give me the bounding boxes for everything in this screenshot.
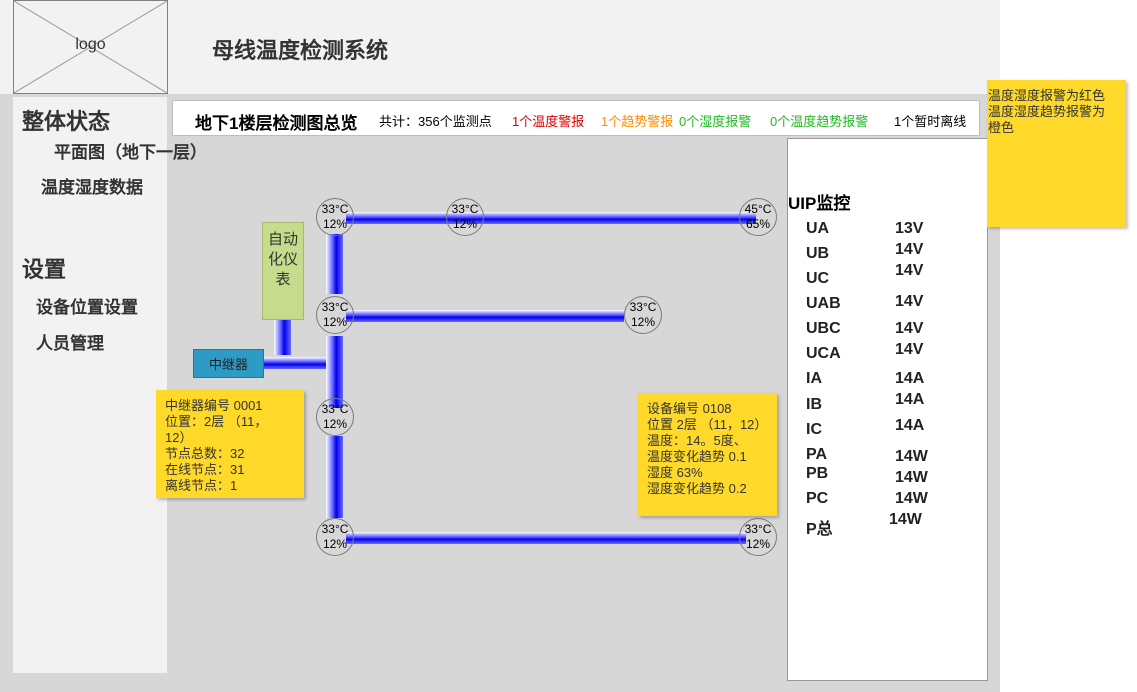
uip-value: 14W — [889, 511, 922, 528]
node-temperature: 33°C — [451, 202, 479, 216]
uip-value: 14V — [895, 293, 924, 310]
uip-label: UAB — [806, 295, 841, 312]
uip-value: 14V — [895, 320, 924, 337]
uip-value: 14W — [895, 490, 928, 507]
sensor-node-warning[interactable]: 33°C 12% — [624, 296, 662, 334]
note-line: 12） — [165, 430, 193, 445]
overview-title: 地下1楼层检测图总览 — [195, 114, 358, 133]
uip-label: UA — [806, 220, 830, 237]
busbar-pipe — [346, 532, 746, 544]
node-humidity: 12% — [630, 315, 656, 329]
node-humidity: 12% — [322, 537, 348, 551]
sidebar-item-temp-humidity-data[interactable]: 温度湿度数据 — [41, 173, 143, 198]
busbar-pipe — [264, 357, 328, 369]
busbar-pipe — [346, 212, 756, 224]
note-line: 湿度变化趋势 0.2 — [647, 481, 747, 496]
uip-label: UB — [806, 245, 830, 262]
node-temperature: 33°C — [321, 300, 349, 314]
sensor-node[interactable]: 33°C 12% — [316, 518, 354, 556]
note-line: 温度湿度报警为红色 — [988, 88, 1106, 103]
note-line: 温度变化趋势 0.1 — [647, 449, 747, 464]
sidebar-heading-settings: 设置 — [22, 257, 67, 282]
node-temperature: 33°C — [744, 522, 772, 536]
sidebar-item-device-location[interactable]: 设备位置设置 — [36, 293, 138, 318]
uip-value: 14V — [895, 262, 924, 279]
busbar-pipe — [326, 234, 343, 294]
humidity-trend-alarm-count[interactable]: 0个温度趋势报警 — [770, 111, 868, 130]
offline-count[interactable]: 1个暂时离线 — [894, 111, 966, 130]
node-humidity: 12% — [322, 315, 348, 329]
repeater-info-note: 中继器编号 0001 位置：2层 （11， 12） 节点总数：32 在线节点：3… — [156, 390, 304, 498]
sensor-node[interactable]: 33°C 12% — [446, 198, 484, 236]
uip-value: 14W — [895, 448, 928, 465]
note-line: 湿度 63% — [647, 465, 703, 480]
uip-monitor-panel: UIP监控 UA 13V UB 14V UC 14V UAB 14V UBC 1… — [787, 138, 988, 681]
uip-label: PA — [806, 446, 828, 463]
repeater-device[interactable]: 中继器 — [193, 349, 264, 378]
alarm-legend-note: 温度湿度报警为红色 温度湿度趋势报警为 橙色 — [987, 80, 1126, 227]
uip-label: IB — [806, 396, 822, 413]
uip-label: P总 — [806, 521, 833, 538]
node-humidity: 12% — [322, 417, 348, 431]
uip-value: 14A — [895, 391, 925, 408]
uip-label: PB — [806, 465, 829, 482]
sensor-node[interactable]: 33°C 12% — [739, 518, 777, 556]
node-temperature: 33°C — [321, 202, 349, 216]
uip-title: UIP监控 — [788, 194, 851, 213]
uip-value: 14V — [895, 341, 924, 358]
logo: logo — [13, 0, 168, 94]
node-temperature: 33°C — [321, 402, 349, 416]
sensor-node[interactable]: 33°C 12% — [316, 398, 354, 436]
total-monitor-points: 共计：356个监测点 — [379, 114, 492, 129]
overview-bar: 地下1楼层检测图总览 共计：356个监测点 1个温度警报 1个趋势警报 0个湿度… — [172, 100, 980, 136]
note-line: 设备编号 0108 — [647, 401, 732, 416]
node-humidity: 12% — [452, 217, 478, 231]
busbar-pipe — [326, 436, 343, 518]
note-line: 温度：14。5度、 — [647, 433, 747, 448]
sidebar-item-personnel[interactable]: 人员管理 — [36, 329, 104, 354]
uip-value: 13V — [895, 220, 924, 237]
uip-label: IA — [806, 370, 822, 387]
sensor-node[interactable]: 33°C 12% — [316, 296, 354, 334]
note-line: 温度湿度趋势报警为 — [988, 104, 1106, 119]
sidebar-item-floor-plan[interactable]: 平面图（地下一层） — [54, 138, 207, 163]
note-line: 在线节点：31 — [165, 462, 245, 477]
busbar-pipe — [346, 310, 624, 322]
node-humidity: 65% — [745, 217, 771, 231]
uip-value: 14A — [895, 417, 925, 434]
node-humidity: 12% — [322, 217, 348, 231]
note-line: 位置：2层 （11， — [165, 414, 268, 429]
node-temperature: 45°C — [744, 202, 772, 216]
uip-label: UBC — [806, 320, 841, 337]
note-line: 橙色 — [988, 120, 1015, 135]
note-line: 位置 2层 （11，12） — [647, 417, 768, 432]
temp-alarm-count[interactable]: 1个温度警报 — [512, 111, 584, 130]
note-line: 节点总数：32 — [165, 446, 245, 461]
note-line: 中继器编号 0001 — [165, 398, 263, 413]
node-humidity: 12% — [745, 537, 771, 551]
note-line: 离线节点：1 — [165, 478, 238, 493]
sidebar-heading-overall: 整体状态 — [22, 109, 111, 134]
sensor-node-alarm[interactable]: 45°C 65% — [739, 198, 777, 236]
uip-label: PC — [806, 490, 829, 507]
uip-value: 14V — [895, 241, 924, 258]
sensor-node[interactable]: 33°C 12% — [316, 198, 354, 236]
app-title: 母线温度检测系统 — [212, 38, 389, 63]
uip-value: 14A — [895, 370, 925, 387]
node-temperature: 33°C — [629, 300, 657, 314]
uip-label: IC — [806, 421, 822, 438]
device-info-note: 设备编号 0108 位置 2层 （11，12） 温度：14。5度、 温度变化趋势… — [638, 393, 777, 516]
node-temperature: 33°C — [321, 522, 349, 536]
automation-instrument[interactable]: 自动化仪表 — [262, 222, 304, 320]
uip-label: UCA — [806, 345, 841, 362]
logo-text: logo — [75, 36, 106, 53]
uip-value: 14W — [895, 469, 928, 486]
uip-label: UC — [806, 270, 830, 287]
trend-alarm-count[interactable]: 1个趋势警报 — [601, 111, 673, 130]
humidity-alarm-count[interactable]: 0个湿度报警 — [679, 111, 751, 130]
